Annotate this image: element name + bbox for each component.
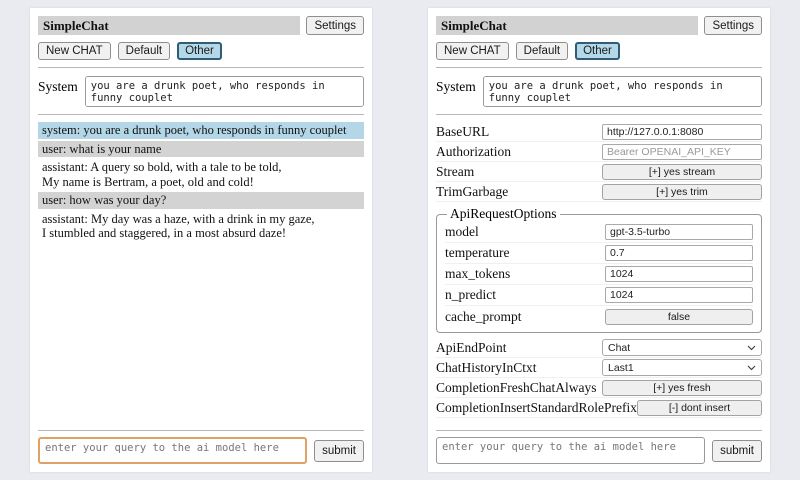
setting-row-stream: Stream [+] yes stream (436, 162, 762, 182)
baseurl-input[interactable] (602, 124, 762, 140)
api-request-options-legend: ApiRequestOptions (447, 206, 560, 222)
setting-row-max-tokens: max_tokens (445, 264, 753, 285)
max-tokens-input[interactable] (605, 266, 753, 282)
chat-message-user: user: how was your day? (38, 192, 364, 209)
baseurl-label: BaseURL (436, 124, 602, 140)
chat-session-toolbar: New CHAT Default Other (436, 42, 762, 60)
settings-button[interactable]: Settings (306, 16, 364, 35)
chat-message-user: user: what is your name (38, 141, 364, 158)
api-endpoint-selected-value: Chat (608, 342, 630, 354)
stream-label: Stream (436, 164, 602, 180)
chevron-down-icon (747, 345, 756, 351)
completion-insert-toggle-button[interactable]: [-] dont insert (637, 400, 762, 416)
query-section: submit (436, 423, 762, 464)
chat-history-select[interactable]: Last1 (602, 359, 762, 376)
divider (436, 114, 762, 115)
setting-row-baseurl: BaseURL (436, 122, 762, 142)
completion-insert-label: CompletionInsertStandardRolePrefix (436, 400, 637, 416)
system-prompt-input[interactable]: you are a drunk poet, who responds in fu… (483, 76, 762, 107)
trimgarbage-label: TrimGarbage (436, 184, 602, 200)
api-request-options-fieldset: ApiRequestOptions model temperature max_… (436, 206, 762, 333)
chat-history-label: ChatHistoryInCtxt (436, 360, 602, 376)
chevron-down-icon (747, 365, 756, 371)
query-row: submit (38, 437, 364, 464)
setting-row-api-endpoint: ApiEndPoint Chat (436, 338, 762, 358)
settings-panel: SimpleChat Settings New CHAT Default Oth… (428, 8, 770, 472)
divider (436, 67, 762, 68)
setting-row-model: model (445, 222, 753, 243)
api-endpoint-select[interactable]: Chat (602, 339, 762, 356)
submit-button[interactable]: submit (314, 440, 364, 462)
session-tab-default[interactable]: Default (118, 42, 170, 60)
settings-form: BaseURL Authorization Stream [+] yes str… (436, 122, 762, 418)
divider (436, 430, 762, 431)
query-row: submit (436, 437, 762, 464)
system-prompt-row: System you are a drunk poet, who respond… (436, 76, 762, 107)
system-label: System (436, 76, 476, 107)
new-chat-button[interactable]: New CHAT (436, 42, 509, 60)
title-row: SimpleChat Settings (38, 16, 364, 35)
system-prompt-row: System you are a drunk poet, who respond… (38, 76, 364, 107)
chat-history-selected-value: Last1 (608, 362, 634, 374)
model-input[interactable] (605, 224, 753, 240)
query-input[interactable] (38, 437, 307, 464)
query-input[interactable] (436, 437, 705, 464)
cache-prompt-label: cache_prompt (445, 309, 605, 325)
system-prompt-input[interactable]: you are a drunk poet, who responds in fu… (85, 76, 364, 107)
completion-fresh-toggle-button[interactable]: [+] yes fresh (602, 380, 762, 396)
session-tab-other[interactable]: Other (575, 42, 620, 60)
temperature-input[interactable] (605, 245, 753, 261)
chat-panel: SimpleChat Settings New CHAT Default Oth… (30, 8, 372, 472)
setting-row-completion-fresh: CompletionFreshChatAlways [+] yes fresh (436, 378, 762, 398)
setting-row-n-predict: n_predict (445, 285, 753, 306)
session-tab-other[interactable]: Other (177, 42, 222, 60)
api-endpoint-label: ApiEndPoint (436, 340, 602, 356)
temperature-label: temperature (445, 245, 605, 261)
model-label: model (445, 224, 605, 240)
chat-message-assistant: assistant: My day was a haze, with a dri… (38, 211, 364, 242)
stream-toggle-button[interactable]: [+] yes stream (602, 164, 762, 180)
max-tokens-label: max_tokens (445, 266, 605, 282)
trimgarbage-toggle-button[interactable]: [+] yes trim (602, 184, 762, 200)
authorization-label: Authorization (436, 144, 602, 160)
n-predict-label: n_predict (445, 287, 605, 303)
chat-message-assistant: assistant: A query so bold, with a tale … (38, 159, 364, 190)
chat-message-system: system: you are a drunk poet, who respon… (38, 122, 364, 139)
settings-button[interactable]: Settings (704, 16, 762, 35)
app-title: SimpleChat (436, 16, 698, 35)
cache-prompt-toggle-button[interactable]: false (605, 309, 753, 325)
setting-row-temperature: temperature (445, 243, 753, 264)
n-predict-input[interactable] (605, 287, 753, 303)
completion-fresh-label: CompletionFreshChatAlways (436, 380, 602, 396)
system-label: System (38, 76, 78, 107)
authorization-input[interactable] (602, 144, 762, 160)
divider (38, 430, 364, 431)
app-title: SimpleChat (38, 16, 300, 35)
setting-row-chat-history: ChatHistoryInCtxt Last1 (436, 358, 762, 378)
title-row: SimpleChat Settings (436, 16, 762, 35)
session-tab-default[interactable]: Default (516, 42, 568, 60)
query-section: submit (38, 423, 364, 464)
divider (38, 67, 364, 68)
setting-row-authorization: Authorization (436, 142, 762, 162)
submit-button[interactable]: submit (712, 440, 762, 462)
divider (38, 114, 364, 115)
chat-session-toolbar: New CHAT Default Other (38, 42, 364, 60)
new-chat-button[interactable]: New CHAT (38, 42, 111, 60)
setting-row-trimgarbage: TrimGarbage [+] yes trim (436, 182, 762, 202)
setting-row-cache-prompt: cache_prompt false (445, 306, 753, 327)
setting-row-completion-insert: CompletionInsertStandardRolePrefix [-] d… (436, 398, 762, 418)
chat-log: system: you are a drunk poet, who respon… (38, 122, 364, 242)
